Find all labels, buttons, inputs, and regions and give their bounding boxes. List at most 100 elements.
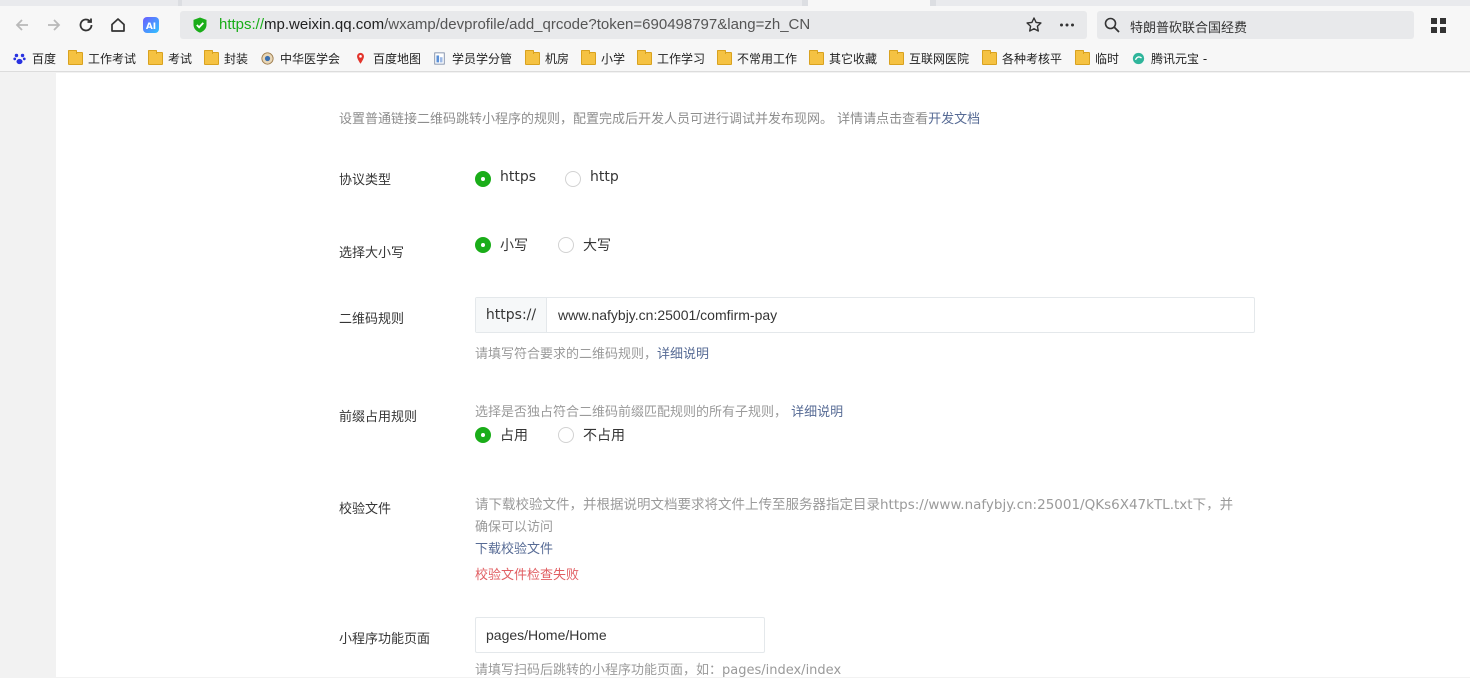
not-occupy-radio[interactable] [558, 427, 574, 443]
search-icon [1104, 17, 1120, 33]
shield-icon [193, 17, 207, 33]
folder-icon [982, 49, 997, 65]
bookmark-folder[interactable]: 互联网医院 [889, 49, 969, 67]
bookmark-label: 中华医学会 [280, 51, 341, 66]
qr-rule-hint-text: 请填写符合要求的二维码规则， [475, 347, 658, 362]
bookmark-folder[interactable]: 封装 [204, 49, 248, 67]
forward-button[interactable] [40, 11, 68, 39]
lowercase-radio[interactable] [475, 237, 491, 253]
folder-icon [148, 49, 163, 65]
bookmark-item[interactable]: 百度 [12, 49, 56, 67]
protocol-label: 协议类型 [339, 173, 392, 188]
bookmark-item[interactable]: 学员学分管 [432, 49, 512, 67]
folder-icon [637, 49, 652, 65]
uppercase-option-label[interactable]: 大写 [583, 235, 611, 255]
bookmark-folder[interactable]: 小学 [581, 49, 625, 67]
qr-rule-input[interactable] [558, 298, 1248, 332]
home-button[interactable] [104, 11, 132, 39]
browser-toolbar: AI https://mp.weixin.qq.com/wxamp/devpro… [0, 6, 1470, 44]
bookmark-folder[interactable]: 临时 [1075, 49, 1119, 67]
prefix-rule-detail-link[interactable]: 详细说明 [791, 405, 843, 420]
document-icon [434, 51, 445, 65]
folder-icon [809, 49, 824, 65]
bookmark-item[interactable]: 中华医学会 [260, 49, 340, 67]
qr-rule-label: 二维码规则 [339, 312, 405, 327]
intro-description: 设置普通链接二维码跳转小程序的规则，配置完成后开发人员可进行调试并发布现网。 详… [339, 108, 980, 127]
reload-button[interactable] [72, 11, 100, 39]
occupy-option-label[interactable]: 占用 [500, 425, 528, 445]
star-icon[interactable] [1025, 16, 1043, 34]
http-radio[interactable] [565, 171, 581, 187]
qr-rule-detail-link[interactable]: 详细说明 [657, 347, 709, 362]
folder-icon [204, 49, 219, 65]
bookmark-label: 其它收藏 [829, 51, 878, 66]
folder-icon [581, 49, 596, 65]
ai-button[interactable]: AI [137, 11, 165, 39]
url-path: /wxamp/devprofile/add_qrcode?token=69049… [384, 16, 811, 33]
bookmark-label: 互联网医院 [909, 51, 970, 66]
back-arrow-icon [15, 19, 28, 31]
qr-rule-prefix: https:// [476, 298, 547, 332]
form-panel: 设置普通链接二维码跳转小程序的规则，配置完成后开发人员可进行调试并发布现网。 详… [56, 73, 1470, 678]
https-option-label[interactable]: https [500, 169, 536, 185]
url-scheme: https:// [219, 16, 265, 33]
bookmark-folder[interactable]: 工作学习 [637, 49, 705, 67]
lowercase-option-label[interactable]: 小写 [500, 235, 528, 255]
search-box[interactable]: 特朗普砍联合国经费 [1097, 11, 1414, 39]
home-icon [111, 18, 125, 32]
prefix-rule-label: 前缀占用规则 [339, 410, 418, 425]
qr-rule-hint: 请填写符合要求的二维码规则，详细说明 [475, 343, 709, 362]
address-bar[interactable]: https://mp.weixin.qq.com/wxamp/devprofil… [180, 11, 1087, 39]
uppercase-radio[interactable] [558, 237, 574, 253]
http-option-label[interactable]: http [590, 169, 619, 185]
bookmark-folder[interactable]: 各种考核平 [982, 49, 1062, 67]
https-radio[interactable] [475, 171, 491, 187]
bookmark-item[interactable]: 百度地图 [353, 49, 421, 67]
apps-grid-icon[interactable] [1430, 17, 1447, 34]
bookmark-label: 临时 [1095, 51, 1120, 66]
url-text: https://mp.weixin.qq.com/wxamp/devprofil… [219, 16, 810, 33]
bookmark-folder[interactable]: 工作考试 [68, 49, 136, 67]
bookmarks-bar: 百度 工作考试 考试 封装 中华医学会 百度地图 学员学分管 机房 小学 工作学… [0, 44, 1470, 72]
bookmark-label: 腾讯元宝 - [1151, 51, 1208, 66]
qr-rule-input-group: https:// [475, 297, 1255, 333]
folder-icon [525, 49, 540, 65]
page-path-hint: 请填写扫码后跳转的小程序功能页面，如：pages/index/index [475, 663, 842, 678]
occupy-radio[interactable] [475, 427, 491, 443]
medical-association-logo-icon [261, 51, 274, 65]
bookmark-label: 各种考核平 [1002, 51, 1063, 66]
back-button[interactable] [8, 11, 36, 39]
more-icon[interactable] [1058, 16, 1076, 34]
bookmark-label: 工作学习 [657, 51, 706, 66]
baidu-paw-icon [13, 53, 26, 64]
bookmark-folder[interactable]: 机房 [525, 49, 569, 67]
search-text: 特朗普砍联合国经费 [1130, 21, 1248, 36]
bookmark-label: 学员学分管 [452, 51, 513, 66]
ai-assistant-icon: AI [143, 17, 159, 33]
url-host: mp.weixin.qq.com [264, 16, 385, 33]
forward-arrow-icon [48, 19, 61, 31]
page-background: 设置普通链接二维码跳转小程序的规则，配置完成后开发人员可进行调试并发布现网。 详… [0, 73, 1470, 678]
svg-text:AI: AI [146, 22, 156, 32]
folder-icon [68, 49, 83, 65]
folder-icon [1075, 49, 1090, 65]
bookmark-label: 百度 [32, 51, 57, 66]
not-occupy-option-label[interactable]: 不占用 [583, 425, 625, 445]
page-path-input[interactable] [486, 618, 756, 652]
verify-file-label: 校验文件 [339, 502, 392, 517]
verify-instructions-line1: 请下载校验文件，并根据说明文档要求将文件上传至服务器指定目录https://ww… [475, 497, 1234, 513]
bookmark-item[interactable]: 腾讯元宝 - [1131, 49, 1207, 67]
verify-error-message: 校验文件检查失败 [475, 568, 580, 583]
dev-docs-link[interactable]: 开发文档 [928, 112, 980, 127]
reload-icon [79, 18, 93, 32]
download-verify-file-link[interactable]: 下载校验文件 [475, 538, 553, 557]
prefix-rule-description: 选择是否独占符合二维码前缀匹配规则的所有子规则， 详细说明 [475, 401, 843, 420]
bookmark-folder[interactable]: 考试 [148, 49, 192, 67]
page-path-label: 小程序功能页面 [339, 632, 431, 647]
folder-icon [889, 49, 904, 65]
bookmark-label: 考试 [168, 51, 193, 66]
bookmark-folder[interactable]: 其它收藏 [809, 49, 877, 67]
page-path-input-group [475, 617, 765, 653]
intro-text: 设置普通链接二维码跳转小程序的规则，配置完成后开发人员可进行调试并发布现网。 详… [339, 112, 929, 127]
bookmark-folder[interactable]: 不常用工作 [717, 49, 797, 67]
